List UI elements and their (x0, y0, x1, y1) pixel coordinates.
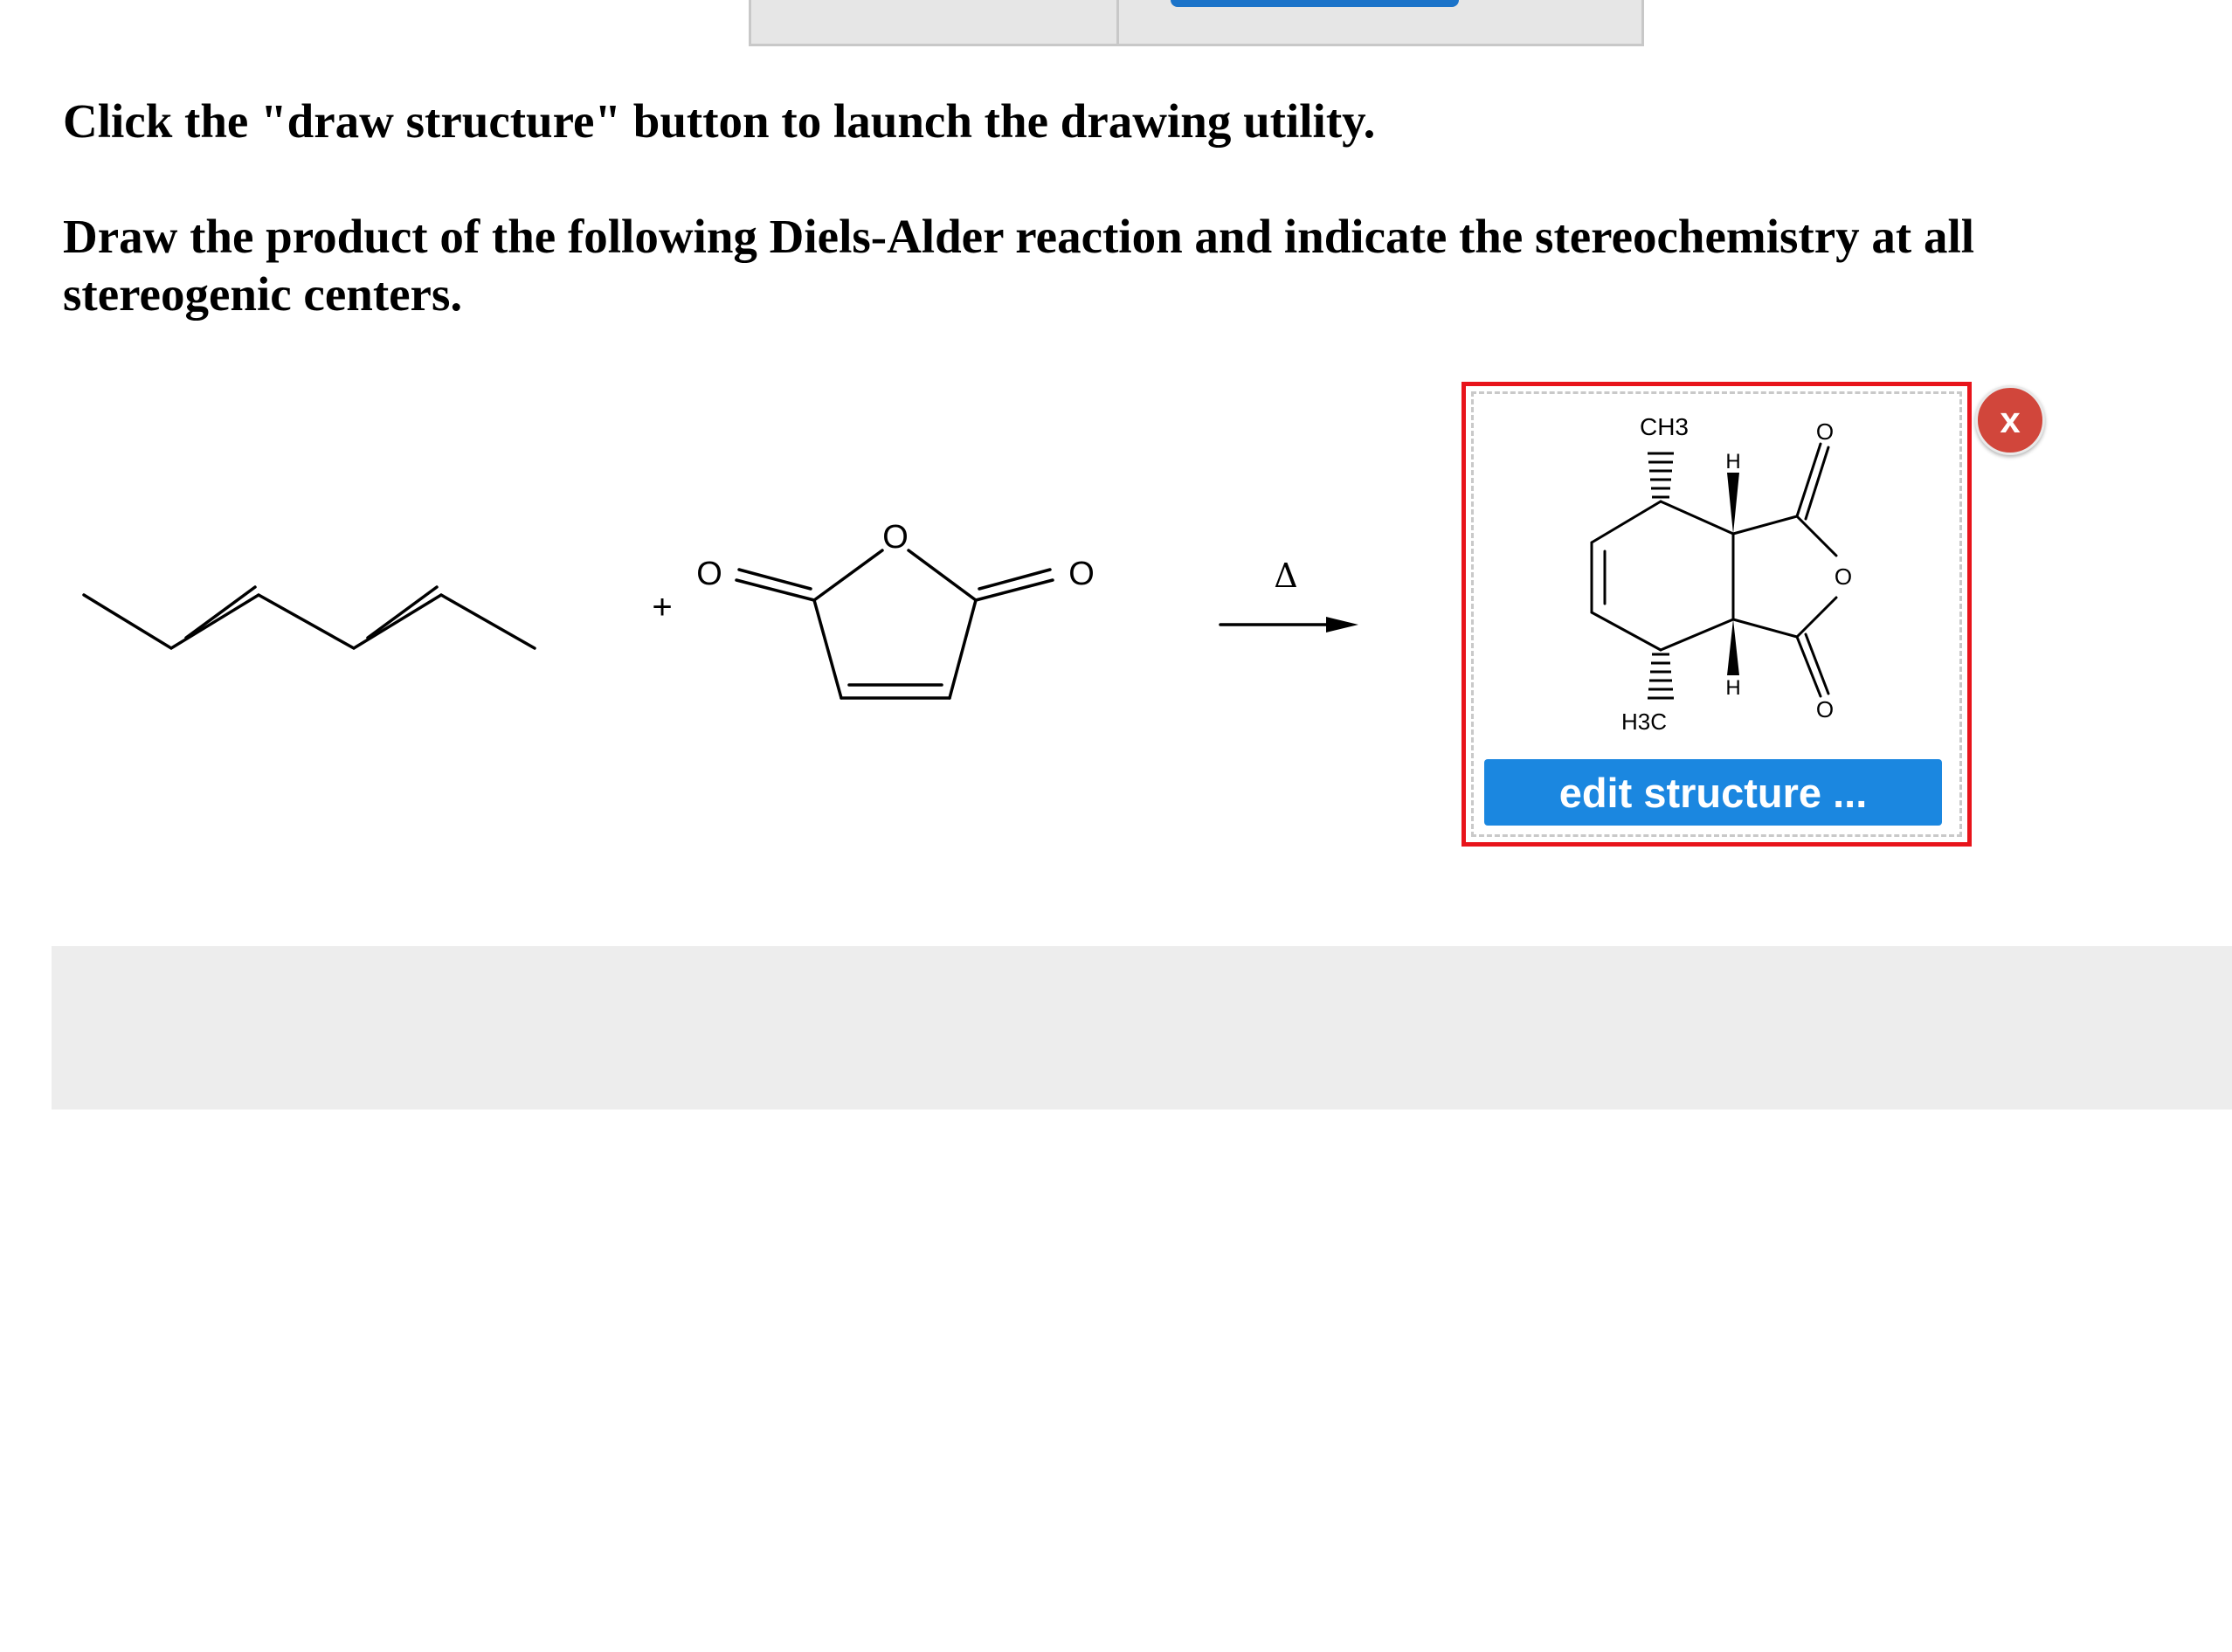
close-icon[interactable]: x (1975, 385, 2045, 455)
heat-condition: Δ (1274, 556, 1297, 595)
anhydride-left-oxygen: O (696, 556, 722, 592)
hydrogen-top-label: H (1725, 450, 1740, 473)
methyl-bottom-label: H3C (1621, 708, 1667, 735)
dienophile-structure (735, 549, 1338, 700)
methyl-top-label: CH3 (1640, 413, 1689, 440)
reaction-scheme: O O O + Δ (82, 519, 1358, 700)
diene-structure (82, 585, 536, 651)
plus-sign: + (652, 588, 672, 626)
answer-structure-box[interactable]: CH3 H3C H H O O O edit structure ... (1462, 382, 1972, 847)
edit-structure-button[interactable]: edit structure ... (1484, 759, 1942, 826)
ring-oxygen: O (1835, 563, 1852, 590)
instruction-question: Draw the product of the following Diels-… (63, 210, 1975, 321)
reaction-arrow-head (1326, 617, 1358, 632)
product-structure: CH3 H3C H H O O O (1590, 413, 1852, 735)
instruction-draw-structure: Click the "draw structure" button to lau… (63, 94, 1376, 148)
toolbar-button-strip[interactable] (1171, 0, 1459, 7)
feedback-panel (52, 946, 2232, 1109)
top-toolbar (749, 0, 1644, 46)
carbonyl-oxygen-top: O (1816, 418, 1834, 445)
anhydride-right-oxygen: O (1068, 556, 1095, 592)
answer-structure-area: CH3 H3C H H O O O edit structure ... (1471, 391, 1962, 837)
toolbar-divider (1116, 0, 1119, 44)
carbonyl-oxygen-bottom: O (1816, 696, 1834, 722)
anhydride-ring-oxygen: O (882, 519, 909, 556)
hydrogen-bottom-label: H (1725, 676, 1740, 700)
